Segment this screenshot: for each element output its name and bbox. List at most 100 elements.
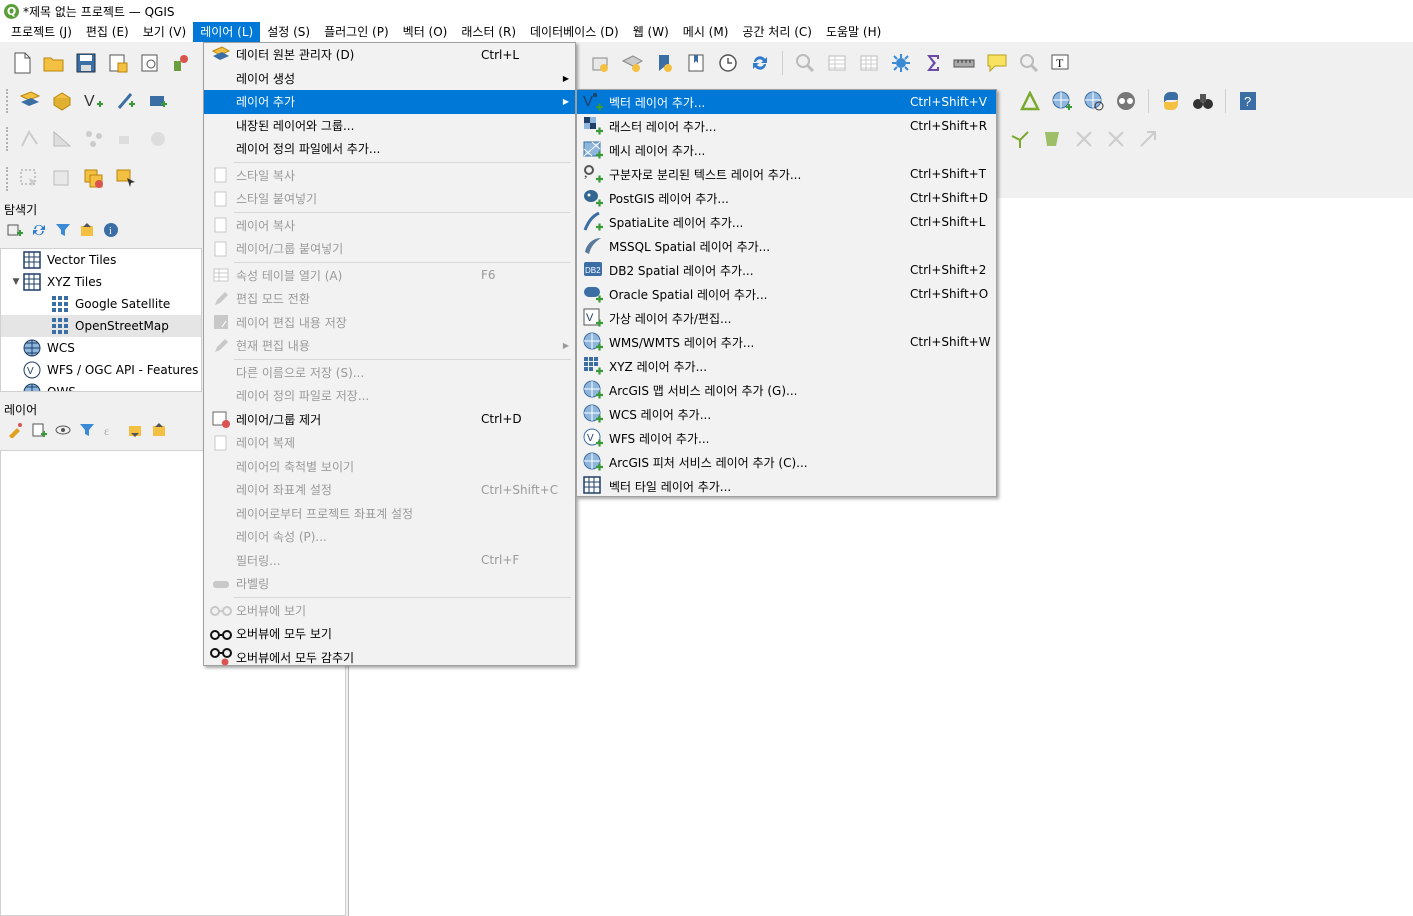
new-spatialite-icon[interactable] — [113, 88, 139, 114]
layer-menu-item-24[interactable]: 오버뷰에 모두 보기 — [204, 622, 575, 646]
layer-menu-item-11[interactable]: 레이어 편집 내용 저장 — [204, 311, 575, 335]
browser-item[interactable]: ▼ XYZ Tiles — [1, 271, 201, 293]
triangle-icon[interactable] — [1017, 88, 1043, 114]
filter-legend-icon[interactable] — [78, 421, 96, 439]
add-layer-item-0[interactable]: V 벡터 레이어 추가... Ctrl+Shift+V — [577, 90, 996, 114]
open-project-icon[interactable] — [41, 50, 67, 76]
filter-by-expression-icon[interactable]: ε — [102, 421, 120, 439]
metasearch-icon[interactable] — [1113, 88, 1139, 114]
add-layer-item-10[interactable]: WMS/WMTS 레이어 추가... Ctrl+Shift+W — [577, 330, 996, 354]
menu-2[interactable]: 보기 (V) — [136, 22, 193, 42]
collapse-all-icon[interactable] — [78, 221, 96, 239]
layer-menu-item-8[interactable]: 레이어/그룹 붙여넣기 — [204, 237, 575, 261]
python-console-icon[interactable] — [1158, 88, 1184, 114]
add-layer-item-7[interactable]: DB2 DB2 Spatial 레이어 추가... Ctrl+Shift+2 — [577, 258, 996, 282]
layer-menu-item-1[interactable]: 레이어 생성 ▶ — [204, 67, 575, 91]
browser-item[interactable]: OWS — [1, 381, 201, 391]
style-manager-icon[interactable] — [169, 50, 195, 76]
layer-menu-item-19[interactable]: 레이어로부터 프로젝트 좌표계 설정 — [204, 502, 575, 526]
refresh-icon[interactable] — [747, 50, 773, 76]
new-memory-layer-icon[interactable] — [145, 88, 171, 114]
layer-menu-item-15[interactable]: 레이어/그룹 제거 Ctrl+D — [204, 408, 575, 432]
collapse-all-layers-icon[interactable] — [150, 421, 168, 439]
layer-menu-item-4[interactable]: 레이어 정의 파일에서 추가... — [204, 137, 575, 161]
binoculars-icon[interactable] — [1190, 88, 1216, 114]
browser-item[interactable]: WCS — [1, 337, 201, 359]
add-layer-item-2[interactable]: 메시 레이어 추가... — [577, 138, 996, 162]
layer-menu-item-5[interactable]: 스타일 복사 — [204, 164, 575, 188]
layer-menu-item-25[interactable]: 오버뷰에서 모두 감추기 — [204, 646, 575, 670]
layer-menu-item-7[interactable]: 레이어 복사 — [204, 214, 575, 238]
layout-manager-icon[interactable] — [137, 50, 163, 76]
browser-item[interactable]: OpenStreetMap — [1, 315, 201, 337]
statistics-table-icon[interactable] — [856, 50, 882, 76]
layer-menu-item-18[interactable]: 레이어 좌표계 설정 Ctrl+Shift+C — [204, 478, 575, 502]
add-layer-item-1[interactable]: 래스터 레이어 추가... Ctrl+Shift+R — [577, 114, 996, 138]
add-layer-item-12[interactable]: ArcGIS 맵 서비스 레이어 추가 (G)... — [577, 378, 996, 402]
expand-all-icon[interactable] — [126, 421, 144, 439]
add-layer-item-14[interactable]: V WFS 레이어 추가... — [577, 426, 996, 450]
open-attribute-table-icon[interactable] — [824, 50, 850, 76]
identify-icon[interactable] — [792, 50, 818, 76]
add-layer-item-13[interactable]: WCS 레이어 추가... — [577, 402, 996, 426]
browser-item[interactable]: V WFS / OGC API - Features — [1, 359, 201, 381]
layer-menu-item-3[interactable]: 내장된 레이어와 그룹... — [204, 114, 575, 138]
annotation-icon[interactable] — [984, 50, 1010, 76]
menu-5[interactable]: 플러그인 (P) — [317, 22, 396, 42]
layer-menu-item-22[interactable]: 라벨링 — [204, 572, 575, 596]
new-bookmark-icon[interactable] — [587, 50, 613, 76]
style-panel-icon[interactable] — [6, 421, 24, 439]
new-geopackage-icon[interactable] — [49, 88, 75, 114]
refresh-browser-icon[interactable] — [30, 221, 48, 239]
add-layer-item-15[interactable]: ArcGIS 피처 서비스 레이어 추가 (C)... — [577, 450, 996, 474]
menu-0[interactable]: 프로젝트 (J) — [4, 22, 79, 42]
data-source-manager-icon[interactable] — [17, 88, 43, 114]
bookmark-icon[interactable] — [651, 50, 677, 76]
text-annotation-icon[interactable]: T — [1048, 50, 1074, 76]
menu-1[interactable]: 편집 (E) — [79, 22, 136, 42]
menu-9[interactable]: 웹 (W) — [626, 22, 676, 42]
add-wms-icon[interactable] — [1049, 88, 1075, 114]
menu-4[interactable]: 설정 (S) — [260, 22, 317, 42]
properties-info-icon[interactable]: i — [102, 221, 120, 239]
help-icon[interactable]: ? — [1235, 88, 1261, 114]
layer-menu-item-14[interactable]: 레이어 정의 파일로 저장... — [204, 384, 575, 408]
browser-item[interactable]: Vector Tiles — [1, 249, 201, 271]
menu-10[interactable]: 메시 (M) — [676, 22, 736, 42]
temporal-controller-icon[interactable] — [715, 50, 741, 76]
manage-map-themes-icon[interactable] — [54, 421, 72, 439]
add-layer-item-8[interactable]: Oracle Spatial 레이어 추가... Ctrl+Shift+O — [577, 282, 996, 306]
map-bookmark-icon[interactable] — [683, 50, 709, 76]
add-layer-item-4[interactable]: PostGIS 레이어 추가... Ctrl+Shift+D — [577, 186, 996, 210]
layer-menu-item-23[interactable]: 오버뷰에 보기 — [204, 599, 575, 623]
add-layer-item-5[interactable]: SpatiaLite 레이어 추가... Ctrl+Shift+L — [577, 210, 996, 234]
menu-12[interactable]: 도움말 (H) — [819, 22, 888, 42]
layer-menu-item-20[interactable]: 레이어 속성 (P)... — [204, 525, 575, 549]
save-project-icon[interactable] — [73, 50, 99, 76]
add-layer-item-6[interactable]: MSSQL Spatial 레이어 추가... — [577, 234, 996, 258]
layer-menu-item-12[interactable]: 현재 편집 내용 ▶ — [204, 334, 575, 358]
new-print-layout-icon[interactable] — [105, 50, 131, 76]
layer-menu-item-0[interactable]: 데이터 원본 관리자 (D) Ctrl+L — [204, 43, 575, 67]
measure-icon[interactable] — [952, 50, 978, 76]
add-layer-item-3[interactable]: , 구분자로 분리된 텍스트 레이어 추가... Ctrl+Shift+T — [577, 162, 996, 186]
show-bookmarks-icon[interactable] — [619, 50, 645, 76]
add-layer-item-11[interactable]: XYZ 레이어 추가... — [577, 354, 996, 378]
new-project-icon[interactable] — [9, 50, 35, 76]
layer-menu-item-16[interactable]: 레이어 복제 — [204, 431, 575, 455]
menu-7[interactable]: 래스터 (R) — [454, 22, 523, 42]
layer-menu-item-17[interactable]: 레이어의 축척별 보이기 — [204, 455, 575, 479]
layer-menu-item-9[interactable]: 속성 테이블 열기 (A) F6 — [204, 264, 575, 288]
menu-3[interactable]: 레이어 (L) — [193, 22, 261, 42]
expand-arrow-icon[interactable]: ▼ — [9, 277, 23, 287]
layer-menu-item-2[interactable]: 레이어 추가 ▶ — [204, 90, 575, 114]
toolbox-icon[interactable] — [888, 50, 914, 76]
add-group-icon[interactable] — [30, 421, 48, 439]
layer-menu-item-10[interactable]: 편집 모드 전환 — [204, 287, 575, 311]
add-layer-item-9[interactable]: V 가상 레이어 추가/편집... — [577, 306, 996, 330]
new-vector-layer-icon[interactable]: V — [81, 88, 107, 114]
menu-8[interactable]: 데이터베이스 (D) — [523, 22, 626, 42]
select-location-icon[interactable] — [113, 166, 139, 192]
menu-6[interactable]: 벡터 (O) — [396, 22, 455, 42]
select-features-icon[interactable] — [17, 166, 43, 192]
